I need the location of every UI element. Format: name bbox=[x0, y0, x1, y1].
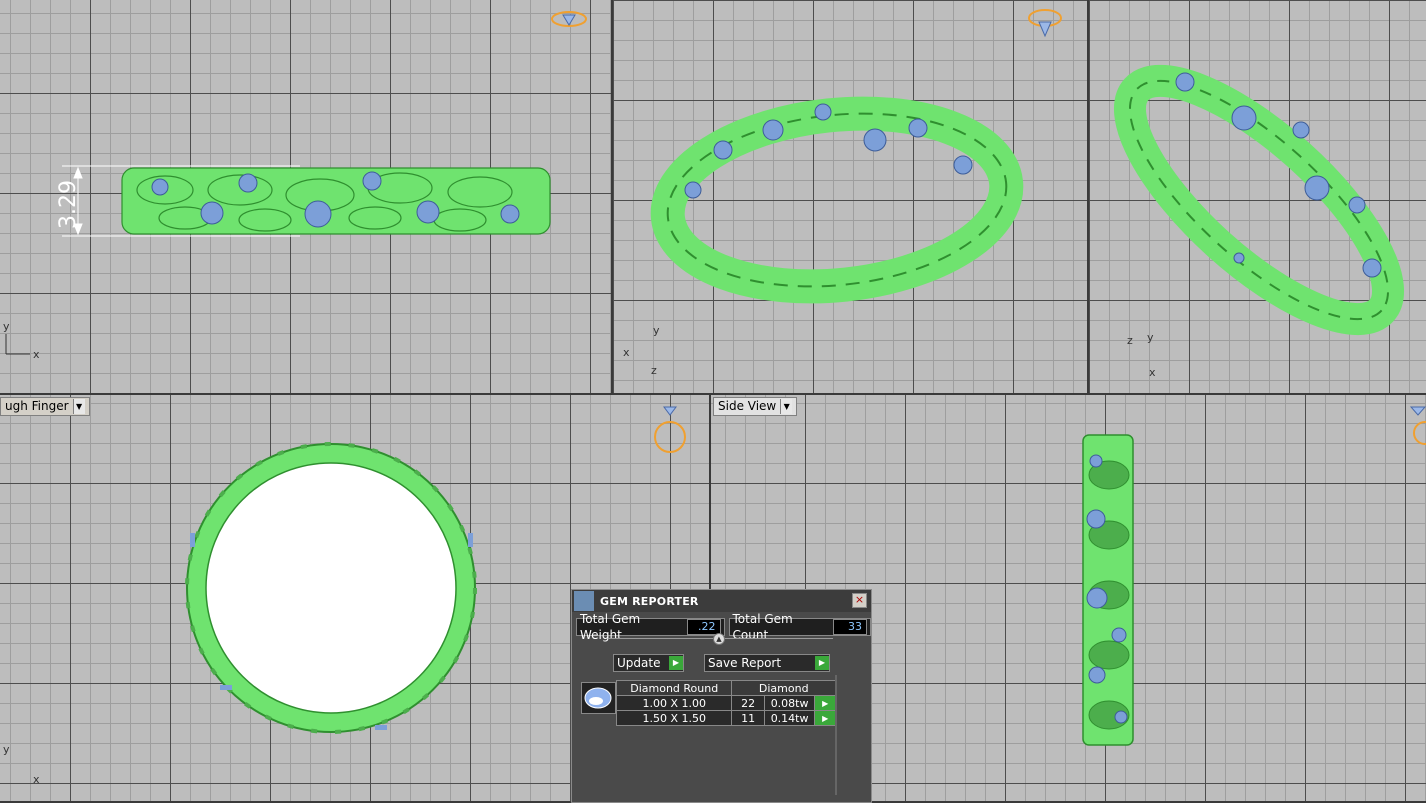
height-dimension-label: 3.29 bbox=[55, 180, 81, 229]
axis-y-label: y bbox=[1147, 331, 1154, 344]
gem-size-cell: 1.00 X 1.00 bbox=[615, 695, 733, 711]
total-gem-weight-field: Total Gem Weight .22 bbox=[576, 612, 725, 642]
round-diamond-icon bbox=[581, 682, 616, 714]
view-cube-icon[interactable] bbox=[1409, 405, 1426, 445]
gem-weight-cell: 0.14tw bbox=[763, 710, 816, 726]
gem-reporter-logo-icon bbox=[574, 591, 594, 611]
update-button-label: Update bbox=[617, 656, 661, 670]
gem-reporter-panel[interactable]: GEM REPORTER × Total Gem Weight .22 Tota… bbox=[571, 589, 872, 803]
axis-z-label: z bbox=[1127, 334, 1133, 347]
axis-z-label: z bbox=[651, 364, 657, 377]
table-row[interactable]: 1.00 X 1.00 22 0.08tw ▶ bbox=[615, 695, 836, 711]
axis-triad-icon bbox=[5, 334, 30, 355]
view-cube-icon[interactable] bbox=[650, 405, 690, 455]
gem-reporter-title: GEM REPORTER bbox=[600, 594, 699, 608]
total-gem-count-value: 33 bbox=[833, 619, 867, 635]
play-arrow-icon: ▶ bbox=[815, 656, 829, 670]
axis-x-label: x bbox=[623, 346, 630, 359]
update-button[interactable]: Update ▶ bbox=[613, 654, 684, 672]
gem-count-cell: 22 bbox=[731, 695, 765, 711]
scrollbar[interactable] bbox=[835, 675, 837, 795]
play-arrow-icon: ▶ bbox=[822, 698, 829, 708]
column-header-shape: Diamond Round bbox=[615, 680, 733, 696]
isometric-ring-render bbox=[1113, 64, 1405, 336]
perspective-ring-render bbox=[650, 96, 1024, 304]
chevron-up-icon[interactable]: ▲ bbox=[713, 633, 725, 645]
table-header-row: Diamond Round Diamond bbox=[615, 680, 836, 696]
front-viewport[interactable]: 3.29 y x bbox=[0, 0, 611, 393]
panel-splitter[interactable]: ▲ bbox=[608, 633, 833, 645]
save-report-button[interactable]: Save Report ▶ bbox=[704, 654, 830, 672]
total-gem-count-field: Total Gem Count 33 bbox=[728, 612, 871, 642]
axis-x-label: x bbox=[1149, 366, 1156, 379]
close-button[interactable]: × bbox=[852, 593, 867, 608]
gem-count-cell: 11 bbox=[731, 710, 765, 726]
play-arrow-icon: ▶ bbox=[669, 656, 683, 670]
axis-y-label: y bbox=[653, 324, 660, 337]
axis-y-label: y bbox=[3, 743, 10, 756]
axis-x-label: x bbox=[33, 773, 40, 786]
gem-weight-cell: 0.08tw bbox=[763, 695, 816, 711]
front-ring-render bbox=[62, 165, 551, 237]
save-report-button-label: Save Report bbox=[708, 656, 782, 670]
perspective-viewport[interactable]: y x z bbox=[613, 0, 1087, 393]
gem-size-cell: 1.50 X 1.50 bbox=[615, 710, 733, 726]
view-cube-icon[interactable] bbox=[1025, 6, 1065, 42]
select-row-button[interactable]: ▶ bbox=[814, 695, 836, 711]
isometric-viewport[interactable]: z y x bbox=[1089, 0, 1426, 393]
diameter-dimension-label: 16.30 bbox=[306, 566, 364, 590]
column-header-material: Diamond bbox=[731, 680, 836, 696]
view-cube-icon[interactable] bbox=[550, 8, 588, 30]
select-row-button[interactable]: ▶ bbox=[814, 710, 836, 726]
play-arrow-icon: ▶ bbox=[822, 713, 829, 723]
gem-reporter-titlebar[interactable]: GEM REPORTER × bbox=[572, 590, 871, 612]
table-row[interactable]: 1.50 X 1.50 11 0.14tw ▶ bbox=[615, 710, 836, 726]
